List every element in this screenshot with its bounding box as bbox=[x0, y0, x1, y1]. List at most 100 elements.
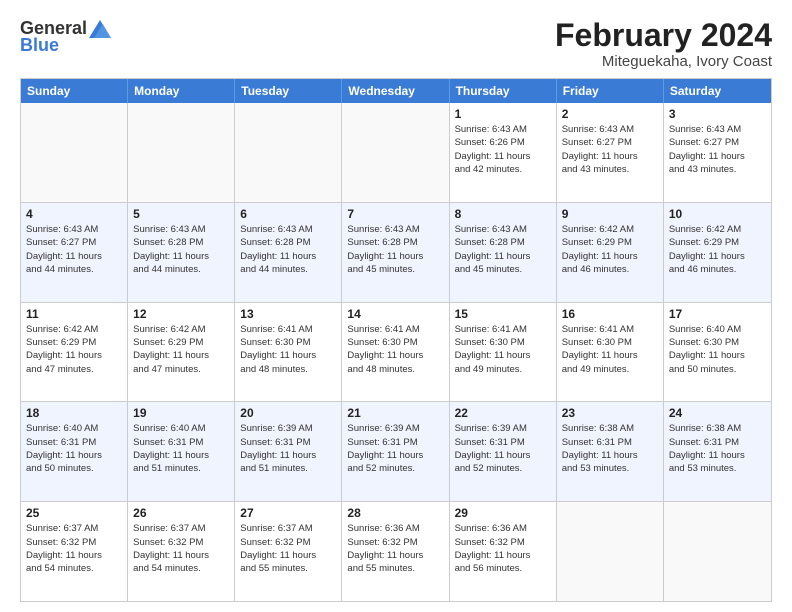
day-info: Sunrise: 6:38 AMSunset: 6:31 PMDaylight:… bbox=[669, 422, 766, 475]
day-info: Sunrise: 6:39 AMSunset: 6:31 PMDaylight:… bbox=[455, 422, 551, 475]
calendar-cell: 6 Sunrise: 6:43 AMSunset: 6:28 PMDaylight… bbox=[235, 203, 342, 302]
logo: General Blue bbox=[20, 18, 111, 56]
calendar-cell: 26 Sunrise: 6:37 AMSunset: 6:32 PMDayligh… bbox=[128, 502, 235, 601]
day-number: 27 bbox=[240, 506, 336, 520]
calendar-header: SundayMondayTuesdayWednesdayThursdayFrid… bbox=[21, 79, 771, 103]
day-info: Sunrise: 6:42 AMSunset: 6:29 PMDaylight:… bbox=[133, 323, 229, 376]
calendar-cell: 24 Sunrise: 6:38 AMSunset: 6:31 PMDayligh… bbox=[664, 402, 771, 501]
logo-blue: Blue bbox=[20, 35, 59, 56]
calendar-cell: 16Sunrise: 6:41 AMSunset: 6:30 PMDayligh… bbox=[557, 303, 664, 402]
subtitle: Miteguekaha, Ivory Coast bbox=[555, 53, 772, 70]
day-number: 14 bbox=[347, 307, 443, 321]
calendar-row-3: 18 Sunrise: 6:40 AMSunset: 6:31 PMDayligh… bbox=[21, 401, 771, 501]
calendar-cell: 1 Sunrise: 6:43 AMSunset: 6:26 PMDaylight… bbox=[450, 103, 557, 202]
calendar-row-4: 25 Sunrise: 6:37 AMSunset: 6:32 PMDayligh… bbox=[21, 501, 771, 601]
day-number: 11 bbox=[26, 307, 122, 321]
day-info: Sunrise: 6:43 AMSunset: 6:28 PMDaylight:… bbox=[455, 223, 551, 276]
calendar-cell bbox=[557, 502, 664, 601]
calendar-cell: 23Sunrise: 6:38 AMSunset: 6:31 PMDayligh… bbox=[557, 402, 664, 501]
calendar-cell: 28 Sunrise: 6:36 AMSunset: 6:32 PMDayligh… bbox=[342, 502, 449, 601]
calendar-cell bbox=[21, 103, 128, 202]
calendar-cell: 7Sunrise: 6:43 AMSunset: 6:28 PMDaylight… bbox=[342, 203, 449, 302]
day-info: Sunrise: 6:43 AMSunset: 6:28 PMDaylight:… bbox=[347, 223, 443, 276]
day-info: Sunrise: 6:42 AMSunset: 6:29 PMDaylight:… bbox=[669, 223, 766, 276]
calendar-cell: 19 Sunrise: 6:40 AMSunset: 6:31 PMDayligh… bbox=[128, 402, 235, 501]
day-number: 9 bbox=[562, 207, 658, 221]
calendar-row-2: 11 Sunrise: 6:42 AMSunset: 6:29 PMDayligh… bbox=[21, 302, 771, 402]
day-number: 28 bbox=[347, 506, 443, 520]
calendar-cell: 14 Sunrise: 6:41 AMSunset: 6:30 PMDayligh… bbox=[342, 303, 449, 402]
calendar-cell: 22 Sunrise: 6:39 AMSunset: 6:31 PMDayligh… bbox=[450, 402, 557, 501]
day-number: 20 bbox=[240, 406, 336, 420]
day-number: 17 bbox=[669, 307, 766, 321]
calendar-cell: 8 Sunrise: 6:43 AMSunset: 6:28 PMDaylight… bbox=[450, 203, 557, 302]
day-number: 6 bbox=[240, 207, 336, 221]
day-number: 18 bbox=[26, 406, 122, 420]
day-info: Sunrise: 6:40 AMSunset: 6:31 PMDaylight:… bbox=[133, 422, 229, 475]
header-day-friday: Friday bbox=[557, 79, 664, 103]
day-info: Sunrise: 6:38 AMSunset: 6:31 PMDaylight:… bbox=[562, 422, 658, 475]
day-info: Sunrise: 6:42 AMSunset: 6:29 PMDaylight:… bbox=[562, 223, 658, 276]
calendar-cell: 25 Sunrise: 6:37 AMSunset: 6:32 PMDayligh… bbox=[21, 502, 128, 601]
calendar-cell bbox=[235, 103, 342, 202]
day-number: 26 bbox=[133, 506, 229, 520]
day-number: 24 bbox=[669, 406, 766, 420]
main-title: February 2024 bbox=[555, 18, 772, 53]
calendar-cell: 3Sunrise: 6:43 AMSunset: 6:27 PMDaylight… bbox=[664, 103, 771, 202]
calendar-cell: 4 Sunrise: 6:43 AMSunset: 6:27 PMDaylight… bbox=[21, 203, 128, 302]
day-number: 29 bbox=[455, 506, 551, 520]
calendar-cell: 2Sunrise: 6:43 AMSunset: 6:27 PMDaylight… bbox=[557, 103, 664, 202]
day-number: 2 bbox=[562, 107, 658, 121]
calendar-cell bbox=[664, 502, 771, 601]
day-number: 19 bbox=[133, 406, 229, 420]
header: General Blue February 2024 Miteguekaha, … bbox=[20, 18, 772, 70]
day-info: Sunrise: 6:42 AMSunset: 6:29 PMDaylight:… bbox=[26, 323, 122, 376]
day-number: 16 bbox=[562, 307, 658, 321]
calendar-cell: 9 Sunrise: 6:42 AMSunset: 6:29 PMDaylight… bbox=[557, 203, 664, 302]
day-number: 1 bbox=[455, 107, 551, 121]
day-info: Sunrise: 6:37 AMSunset: 6:32 PMDaylight:… bbox=[133, 522, 229, 575]
day-info: Sunrise: 6:39 AMSunset: 6:31 PMDaylight:… bbox=[347, 422, 443, 475]
header-day-thursday: Thursday bbox=[450, 79, 557, 103]
day-info: Sunrise: 6:43 AMSunset: 6:28 PMDaylight:… bbox=[133, 223, 229, 276]
header-day-saturday: Saturday bbox=[664, 79, 771, 103]
day-number: 13 bbox=[240, 307, 336, 321]
day-number: 22 bbox=[455, 406, 551, 420]
day-info: Sunrise: 6:37 AMSunset: 6:32 PMDaylight:… bbox=[26, 522, 122, 575]
calendar-cell: 13Sunrise: 6:41 AMSunset: 6:30 PMDayligh… bbox=[235, 303, 342, 402]
day-number: 8 bbox=[455, 207, 551, 221]
day-number: 5 bbox=[133, 207, 229, 221]
calendar-cell: 29Sunrise: 6:36 AMSunset: 6:32 PMDayligh… bbox=[450, 502, 557, 601]
header-day-tuesday: Tuesday bbox=[235, 79, 342, 103]
calendar-cell: 21 Sunrise: 6:39 AMSunset: 6:31 PMDayligh… bbox=[342, 402, 449, 501]
logo-icon bbox=[89, 20, 111, 38]
calendar-cell: 5 Sunrise: 6:43 AMSunset: 6:28 PMDaylight… bbox=[128, 203, 235, 302]
day-number: 15 bbox=[455, 307, 551, 321]
calendar-cell: 12Sunrise: 6:42 AMSunset: 6:29 PMDayligh… bbox=[128, 303, 235, 402]
day-number: 25 bbox=[26, 506, 122, 520]
day-info: Sunrise: 6:43 AMSunset: 6:26 PMDaylight:… bbox=[455, 123, 551, 176]
header-day-wednesday: Wednesday bbox=[342, 79, 449, 103]
calendar-row-0: 1 Sunrise: 6:43 AMSunset: 6:26 PMDaylight… bbox=[21, 103, 771, 202]
day-info: Sunrise: 6:41 AMSunset: 6:30 PMDaylight:… bbox=[347, 323, 443, 376]
calendar-cell: 18Sunrise: 6:40 AMSunset: 6:31 PMDayligh… bbox=[21, 402, 128, 501]
calendar-cell: 27 Sunrise: 6:37 AMSunset: 6:32 PMDayligh… bbox=[235, 502, 342, 601]
day-info: Sunrise: 6:36 AMSunset: 6:32 PMDaylight:… bbox=[347, 522, 443, 575]
calendar-cell: 10 Sunrise: 6:42 AMSunset: 6:29 PMDayligh… bbox=[664, 203, 771, 302]
day-number: 21 bbox=[347, 406, 443, 420]
day-info: Sunrise: 6:41 AMSunset: 6:30 PMDaylight:… bbox=[455, 323, 551, 376]
day-number: 10 bbox=[669, 207, 766, 221]
calendar-cell bbox=[128, 103, 235, 202]
day-number: 4 bbox=[26, 207, 122, 221]
day-info: Sunrise: 6:43 AMSunset: 6:28 PMDaylight:… bbox=[240, 223, 336, 276]
day-info: Sunrise: 6:40 AMSunset: 6:30 PMDaylight:… bbox=[669, 323, 766, 376]
calendar-row-1: 4 Sunrise: 6:43 AMSunset: 6:27 PMDaylight… bbox=[21, 202, 771, 302]
day-number: 3 bbox=[669, 107, 766, 121]
calendar-cell: 15 Sunrise: 6:41 AMSunset: 6:30 PMDayligh… bbox=[450, 303, 557, 402]
day-info: Sunrise: 6:37 AMSunset: 6:32 PMDaylight:… bbox=[240, 522, 336, 575]
title-block: February 2024 Miteguekaha, Ivory Coast bbox=[555, 18, 772, 70]
calendar-body: 1 Sunrise: 6:43 AMSunset: 6:26 PMDaylight… bbox=[21, 103, 771, 601]
calendar-cell: 20Sunrise: 6:39 AMSunset: 6:31 PMDayligh… bbox=[235, 402, 342, 501]
day-info: Sunrise: 6:43 AMSunset: 6:27 PMDaylight:… bbox=[26, 223, 122, 276]
calendar: SundayMondayTuesdayWednesdayThursdayFrid… bbox=[20, 78, 772, 602]
